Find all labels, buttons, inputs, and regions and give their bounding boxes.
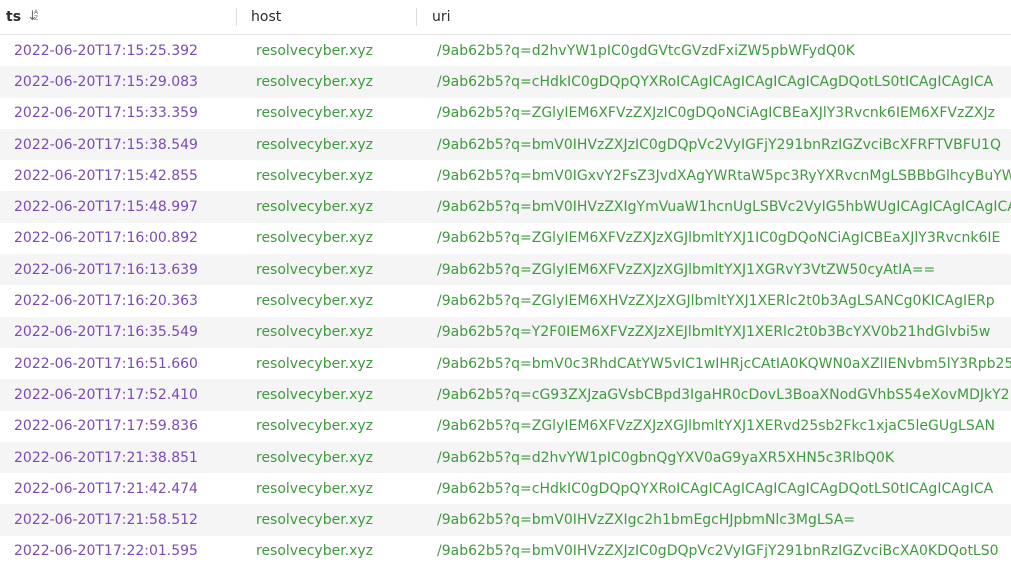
- table-row[interactable]: 2022-06-20T17:17:52.410 resolvecyber.xyz…: [0, 379, 1011, 411]
- cell-host[interactable]: resolvecyber.xyz: [236, 168, 416, 184]
- cell-ts[interactable]: 2022-06-20T17:22:01.595: [0, 543, 236, 559]
- table-row[interactable]: 2022-06-20T17:15:48.997 resolvecyber.xyz…: [0, 191, 1011, 223]
- column-separator[interactable]: [416, 8, 417, 26]
- table-row[interactable]: 2022-06-20T17:21:42.474 resolvecyber.xyz…: [0, 473, 1011, 504]
- cell-host[interactable]: resolvecyber.xyz: [236, 262, 416, 278]
- column-label-host: host: [251, 9, 282, 25]
- cell-host[interactable]: resolvecyber.xyz: [236, 137, 416, 153]
- cell-host[interactable]: resolvecyber.xyz: [236, 74, 416, 90]
- cell-ts[interactable]: 2022-06-20T17:15:33.359: [0, 105, 236, 121]
- cell-ts[interactable]: 2022-06-20T17:15:48.997: [0, 199, 236, 215]
- table-row[interactable]: 2022-06-20T17:15:42.855 resolvecyber.xyz…: [0, 160, 1011, 191]
- table-row[interactable]: 2022-06-20T17:16:20.363 resolvecyber.xyz…: [0, 285, 1011, 316]
- cell-uri[interactable]: /9ab62b5?q=bmV0IHVzZXJzIC0gDQpVc2VyIGFjY…: [416, 543, 1011, 559]
- cell-host[interactable]: resolvecyber.xyz: [236, 199, 416, 215]
- cell-ts[interactable]: 2022-06-20T17:21:38.851: [0, 450, 236, 466]
- cell-host[interactable]: resolvecyber.xyz: [236, 418, 416, 434]
- cell-uri[interactable]: /9ab62b5?q=d2hvYW1pIC0gdGVtcGVzdFxiZW5pb…: [416, 43, 1011, 59]
- cell-uri[interactable]: /9ab62b5?q=bmV0IHVzZXIgYmVuaW1hcnUgLSBVc…: [416, 199, 1011, 215]
- column-header-host[interactable]: host: [236, 0, 416, 34]
- table-row[interactable]: 2022-06-20T17:21:38.851 resolvecyber.xyz…: [0, 441, 1011, 474]
- table-row[interactable]: 2022-06-20T17:16:35.549 resolvecyber.xyz…: [0, 316, 1011, 348]
- table-row[interactable]: 2022-06-20T17:15:33.359 resolvecyber.xyz…: [0, 98, 1011, 129]
- cell-host[interactable]: resolvecyber.xyz: [236, 43, 416, 59]
- cell-uri[interactable]: /9ab62b5?q=cHdkIC0gDQpQYXRoICAgICAgICAgI…: [416, 481, 1011, 497]
- table-row[interactable]: 2022-06-20T17:22:01.595 resolvecyber.xyz…: [0, 536, 1011, 567]
- cell-uri[interactable]: /9ab62b5?q=ZGlyIEM6XHVzZXJzXGJlbmltYXJ1X…: [416, 293, 1011, 309]
- table-header: ts ↓ A Z host uri: [0, 0, 1011, 35]
- cell-host[interactable]: resolvecyber.xyz: [236, 324, 416, 340]
- cell-host[interactable]: resolvecyber.xyz: [236, 543, 416, 559]
- cell-ts[interactable]: 2022-06-20T17:16:35.549: [0, 324, 236, 340]
- cell-host[interactable]: resolvecyber.xyz: [236, 105, 416, 121]
- cell-ts[interactable]: 2022-06-20T17:15:42.855: [0, 168, 236, 184]
- cell-ts[interactable]: 2022-06-20T17:16:00.892: [0, 230, 236, 246]
- cell-ts[interactable]: 2022-06-20T17:15:38.549: [0, 137, 236, 153]
- cell-uri[interactable]: /9ab62b5?q=bmV0IHVzZXJzIC0gDQpVc2VyIGFjY…: [416, 137, 1011, 153]
- column-header-uri[interactable]: uri: [416, 0, 1011, 34]
- table-row[interactable]: 2022-06-20T17:21:58.512 resolvecyber.xyz…: [0, 504, 1011, 536]
- results-table: ts ↓ A Z host uri 2022-06-20T17:15:25.392 …: [0, 0, 1011, 567]
- column-header-ts[interactable]: ts ↓ A Z: [0, 0, 236, 34]
- table-body: 2022-06-20T17:15:25.392 resolvecyber.xyz…: [0, 35, 1011, 567]
- column-label-ts: ts: [6, 9, 22, 25]
- table-row[interactable]: 2022-06-20T17:15:29.083 resolvecyber.xyz…: [0, 66, 1011, 98]
- cell-uri[interactable]: /9ab62b5?q=cG93ZXJzaGVsbCBpd3IgaHR0cDovL…: [416, 387, 1011, 403]
- cell-uri[interactable]: /9ab62b5?q=bmV0IHVzZXIgc2h1bmEgcHJpbmNlc…: [416, 512, 1011, 528]
- cell-host[interactable]: resolvecyber.xyz: [236, 512, 416, 528]
- cell-ts[interactable]: 2022-06-20T17:15:25.392: [0, 43, 236, 59]
- cell-host[interactable]: resolvecyber.xyz: [236, 230, 416, 246]
- cell-ts[interactable]: 2022-06-20T17:17:52.410: [0, 387, 236, 403]
- cell-host[interactable]: resolvecyber.xyz: [236, 387, 416, 403]
- cell-host[interactable]: resolvecyber.xyz: [236, 450, 416, 466]
- cell-ts[interactable]: 2022-06-20T17:16:13.639: [0, 262, 236, 278]
- table-row[interactable]: 2022-06-20T17:16:00.892 resolvecyber.xyz…: [0, 223, 1011, 254]
- cell-ts[interactable]: 2022-06-20T17:16:20.363: [0, 293, 236, 309]
- column-separator[interactable]: [236, 8, 237, 26]
- cell-host[interactable]: resolvecyber.xyz: [236, 481, 416, 497]
- table-row[interactable]: 2022-06-20T17:16:51.660 resolvecyber.xyz…: [0, 348, 1011, 379]
- cell-uri[interactable]: /9ab62b5?q=cHdkIC0gDQpQYXRoICAgICAgICAgI…: [416, 74, 1011, 90]
- table-row[interactable]: 2022-06-20T17:15:38.549 resolvecyber.xyz…: [0, 128, 1011, 161]
- table-row[interactable]: 2022-06-20T17:16:13.639 resolvecyber.xyz…: [0, 254, 1011, 286]
- cell-uri[interactable]: /9ab62b5?q=bmV0c3RhdCAtYW5vIC1wIHRjcCAtI…: [416, 356, 1011, 372]
- cell-ts[interactable]: 2022-06-20T17:15:29.083: [0, 74, 236, 90]
- cell-ts[interactable]: 2022-06-20T17:16:51.660: [0, 356, 236, 372]
- cell-uri[interactable]: /9ab62b5?q=bmV0IGxvY2FsZ3JvdXAgYWRtaW5pc…: [416, 168, 1011, 184]
- cell-ts[interactable]: 2022-06-20T17:21:42.474: [0, 481, 236, 497]
- cell-host[interactable]: resolvecyber.xyz: [236, 293, 416, 309]
- cell-uri[interactable]: /9ab62b5?q=ZGlyIEM6XFVzZXJzXGJlbmltYXJ1I…: [416, 230, 1011, 246]
- cell-uri[interactable]: /9ab62b5?q=ZGlyIEM6XFVzZXJzXGJlbmltYXJ1X…: [416, 418, 1011, 434]
- cell-ts[interactable]: 2022-06-20T17:21:58.512: [0, 512, 236, 528]
- cell-host[interactable]: resolvecyber.xyz: [236, 356, 416, 372]
- cell-uri[interactable]: /9ab62b5?q=Y2F0IEM6XFVzZXJzXEJlbmltYXJ1X…: [416, 324, 1011, 340]
- table-row[interactable]: 2022-06-20T17:15:25.392 resolvecyber.xyz…: [0, 35, 1011, 66]
- cell-uri[interactable]: /9ab62b5?q=d2hvYW1pIC0gbnQgYXV0aG9yaXR5X…: [416, 450, 1011, 466]
- column-label-uri: uri: [432, 9, 451, 25]
- sort-descending-icon[interactable]: ↓ A Z: [27, 10, 41, 24]
- table-row[interactable]: 2022-06-20T17:17:59.836 resolvecyber.xyz…: [0, 411, 1011, 442]
- cell-ts[interactable]: 2022-06-20T17:17:59.836: [0, 418, 236, 434]
- cell-uri[interactable]: /9ab62b5?q=ZGlyIEM6XFVzZXJzXGJlbmltYXJ1X…: [416, 262, 1011, 278]
- cell-uri[interactable]: /9ab62b5?q=ZGlyIEM6XFVzZXJzIC0gDQoNCiAgI…: [416, 105, 1011, 121]
